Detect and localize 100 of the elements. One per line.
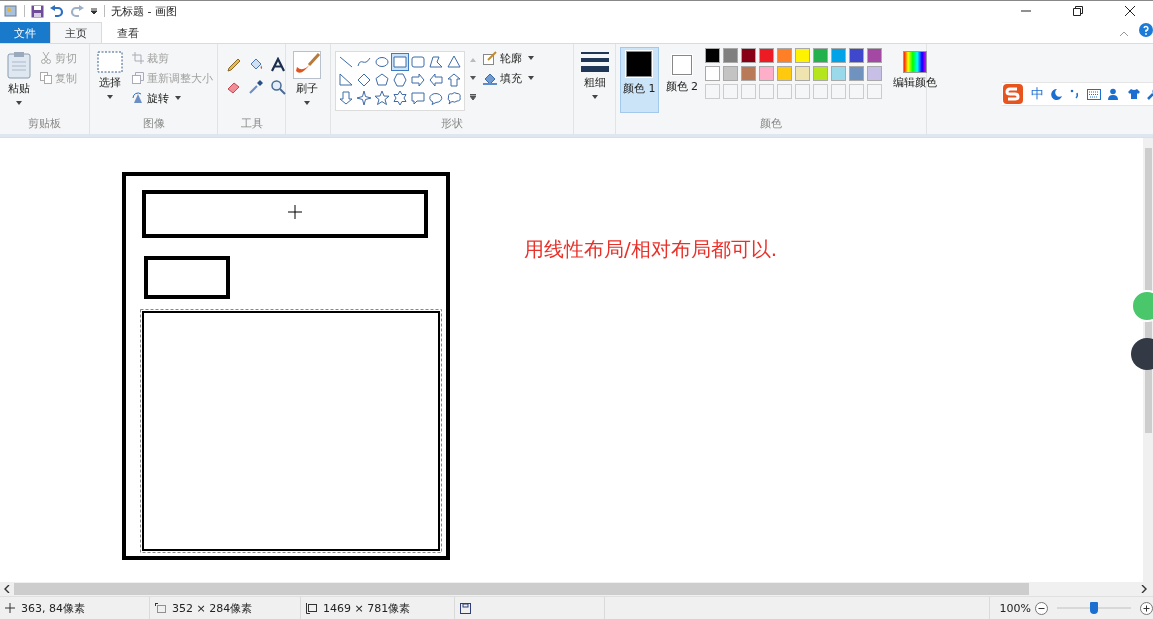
restore-icon[interactable]: [1073, 6, 1083, 16]
shape-tool[interactable]: [391, 53, 409, 71]
edit-colors-button[interactable]: 编辑颜色: [890, 47, 940, 111]
punctuation-icon[interactable]: [1070, 88, 1080, 100]
file-menu-tab[interactable]: 文件: [0, 22, 50, 43]
pentagon-icon: [374, 72, 390, 88]
color-swatch[interactable]: [723, 48, 738, 63]
color-swatch[interactable]: [741, 48, 756, 63]
select-button[interactable]: 选择: [94, 47, 126, 111]
color-swatch[interactable]: [741, 66, 756, 81]
hexagon-icon: [392, 72, 408, 88]
scroll-up-icon[interactable]: [470, 58, 476, 62]
speech-bubble-icon: [410, 90, 426, 106]
group-label: 剪贴板: [27, 116, 62, 132]
empty-color-slot[interactable]: [831, 84, 846, 99]
color-swatch[interactable]: [849, 48, 864, 63]
group-label: 工具: [239, 116, 264, 132]
color-swatch[interactable]: [849, 66, 864, 81]
ribbon-tab[interactable]: 主页: [50, 22, 102, 43]
selection-size: 352 × 284像素: [172, 600, 253, 616]
empty-color-slot[interactable]: [813, 84, 828, 99]
color-swatch[interactable]: [705, 48, 720, 63]
shape-tool[interactable]: [373, 89, 391, 107]
color-swatch[interactable]: [777, 66, 792, 81]
color-swatch[interactable]: [759, 48, 774, 63]
fill-button[interactable]: 填充: [481, 69, 536, 87]
color-swatch[interactable]: [705, 66, 720, 81]
moon-icon[interactable]: [1051, 88, 1063, 100]
collapse-ribbon-icon[interactable]: [1119, 31, 1129, 37]
shape-tool[interactable]: [337, 89, 355, 107]
shape-tool[interactable]: [427, 71, 445, 89]
color-swatch[interactable]: [795, 48, 810, 63]
shape-tool[interactable]: [445, 53, 463, 71]
color-swatch[interactable]: [759, 66, 774, 81]
shape-tool[interactable]: [445, 89, 463, 107]
shape-tool[interactable]: [391, 71, 409, 89]
color-swatch[interactable]: [813, 66, 828, 81]
color-swatch[interactable]: [867, 48, 882, 63]
shape-tool[interactable]: [355, 71, 373, 89]
input-mode-toggle[interactable]: 中: [1031, 85, 1044, 103]
color-swatch[interactable]: [813, 48, 828, 63]
color-swatch[interactable]: [831, 48, 846, 63]
empty-color-slot[interactable]: [795, 84, 810, 99]
size-button[interactable]: 粗细: [578, 47, 612, 111]
color-swatch[interactable]: [723, 66, 738, 81]
empty-color-slot[interactable]: [867, 84, 882, 99]
color-swatch[interactable]: [795, 66, 810, 81]
right-triangle-icon: [338, 72, 354, 88]
empty-color-slot[interactable]: [723, 84, 738, 99]
shirt-icon[interactable]: [1128, 88, 1140, 100]
keyboard-icon[interactable]: [1087, 88, 1101, 100]
color-swatch[interactable]: [777, 48, 792, 63]
scroll-right-icon[interactable]: [1141, 585, 1147, 593]
shape-tool[interactable]: [337, 71, 355, 89]
help-icon[interactable]: [1139, 23, 1153, 37]
text-tool-icon[interactable]: [270, 57, 286, 73]
crop-icon: [132, 52, 144, 64]
rotate-button[interactable]: 旋转: [130, 89, 215, 107]
empty-color-slot[interactable]: [849, 84, 864, 99]
polygon-icon: [428, 54, 444, 70]
empty-color-slot[interactable]: [741, 84, 756, 99]
sogou-logo-icon[interactable]: [1002, 83, 1024, 105]
group-label: 颜色: [759, 116, 783, 132]
shape-tool[interactable]: [409, 71, 427, 89]
outline-button[interactable]: 轮廓: [481, 49, 536, 67]
undo-icon[interactable]: [50, 4, 64, 18]
empty-color-slot[interactable]: [759, 84, 774, 99]
save-icon[interactable]: [31, 4, 44, 18]
shape-tool[interactable]: [409, 89, 427, 107]
pencil-icon[interactable]: [226, 57, 242, 73]
shape-tool[interactable]: [355, 89, 373, 107]
image-size-icon: [306, 602, 317, 614]
shape-tool[interactable]: [373, 71, 391, 89]
magnifier-icon[interactable]: [270, 79, 286, 95]
empty-color-slot[interactable]: [705, 84, 720, 99]
redo-icon[interactable]: [70, 4, 84, 18]
color-swatch[interactable]: [867, 66, 882, 81]
zoom-in-icon[interactable]: [1140, 601, 1153, 615]
shape-tool[interactable]: [427, 53, 445, 71]
rectangle-icon: [392, 54, 408, 70]
horizontal-scrollbar[interactable]: [0, 582, 1153, 596]
copy-icon: [40, 72, 52, 84]
shape-tool[interactable]: [391, 89, 409, 107]
color-swatch[interactable]: [831, 66, 846, 81]
shape-tool[interactable]: [445, 71, 463, 89]
brushes-button[interactable]: 刷子: [290, 47, 324, 111]
color-picker-icon[interactable]: [248, 79, 264, 95]
expand-gallery-icon[interactable]: [470, 94, 476, 100]
empty-color-slot[interactable]: [777, 84, 792, 99]
zoom-out-icon[interactable]: [1035, 601, 1048, 615]
scroll-left-icon[interactable]: [4, 585, 10, 593]
dropdown-icon[interactable]: [90, 7, 98, 15]
close-icon[interactable]: [1125, 6, 1135, 16]
color-slot-button[interactable]: 颜色 1: [620, 47, 659, 113]
user-icon[interactable]: [1108, 87, 1121, 101]
scroll-down-icon[interactable]: [470, 76, 476, 80]
shape-tool[interactable]: [409, 53, 427, 71]
color-slot-button[interactable]: 颜色 2: [662, 47, 701, 113]
selection-icon: [97, 51, 123, 73]
paste-button[interactable]: 粘贴: [4, 47, 34, 111]
